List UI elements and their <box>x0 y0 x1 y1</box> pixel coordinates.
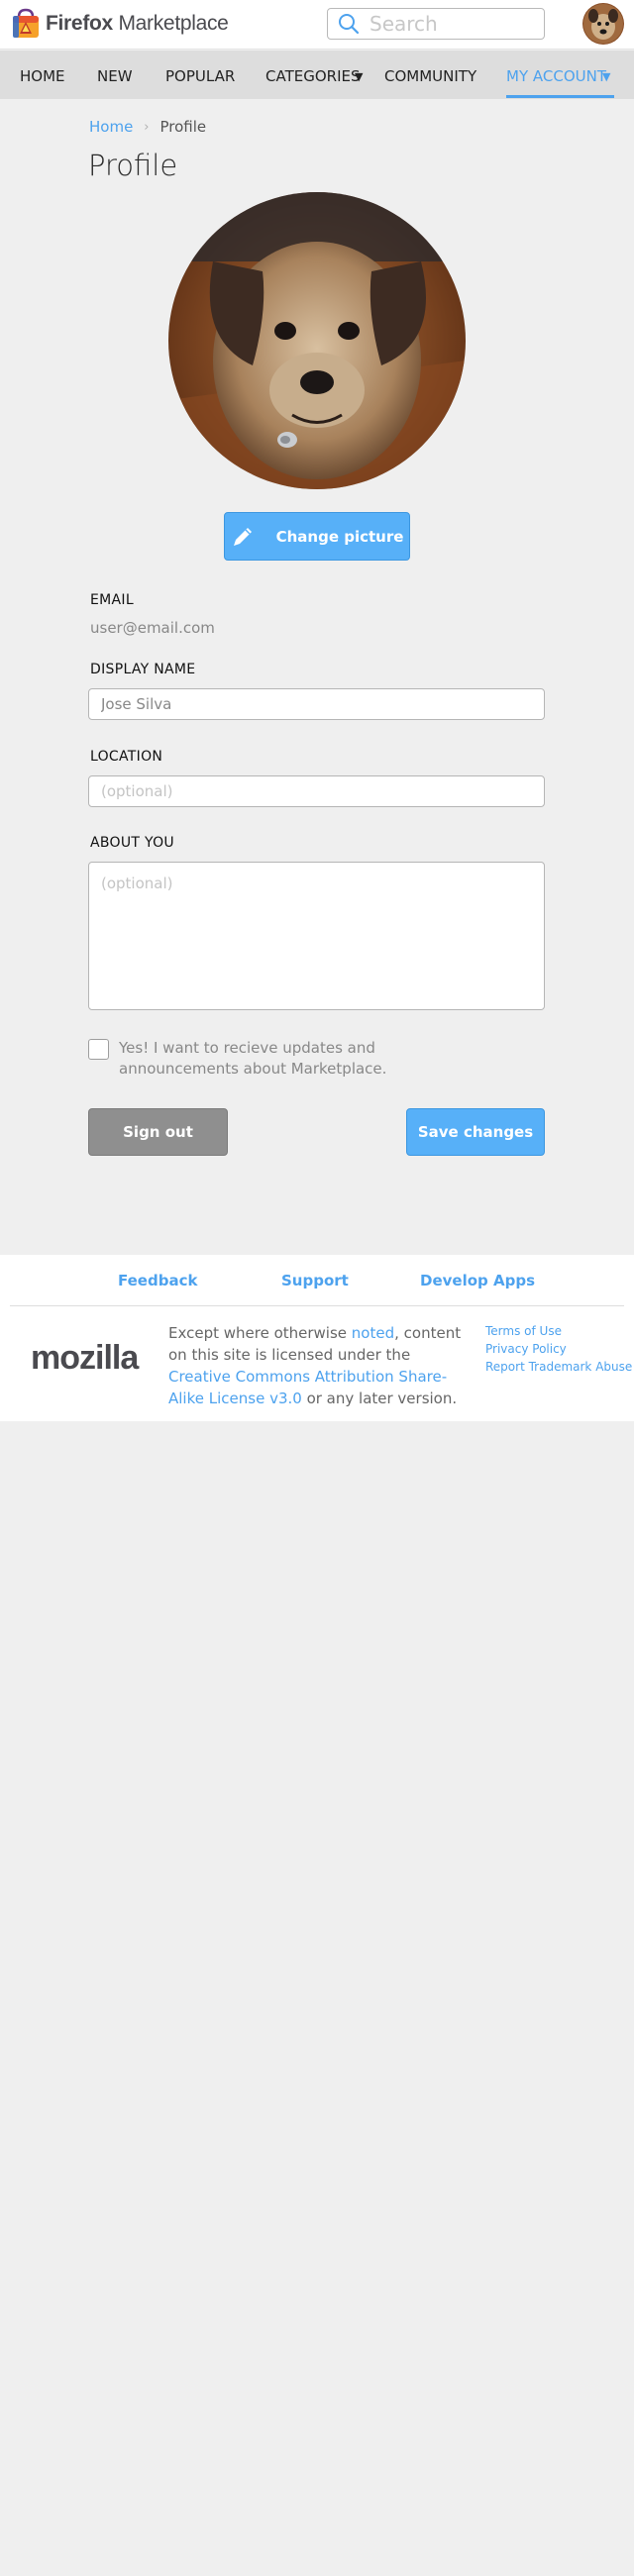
breadcrumb-chevron-icon: › <box>144 119 150 135</box>
email-value: user@email.com <box>90 619 215 637</box>
search-icon[interactable] <box>338 13 360 35</box>
search-input[interactable] <box>370 12 538 36</box>
nav-new[interactable]: NEW <box>97 67 133 85</box>
logo-brand: Firefox <box>46 12 113 35</box>
footer-feedback-link[interactable]: Feedback <box>118 1272 197 1289</box>
breadcrumb-home[interactable]: Home <box>89 118 133 136</box>
legal-links: Terms of Use Privacy Policy Report Trade… <box>485 1322 632 1376</box>
main-nav: HOME NEW POPULAR CATEGORIES ▼ COMMUNITY … <box>0 51 634 99</box>
footer-divider <box>10 1305 624 1306</box>
location-field[interactable] <box>88 775 545 807</box>
sign-out-button[interactable]: Sign out <box>88 1108 228 1156</box>
privacy-policy-link[interactable]: Privacy Policy <box>485 1340 632 1358</box>
nav-my-account[interactable]: MY ACCOUNT <box>506 67 606 85</box>
page-title: Profile <box>88 149 178 182</box>
about-you-field[interactable] <box>88 862 545 1010</box>
save-changes-button[interactable]: Save changes <box>406 1108 545 1156</box>
mozilla-logo[interactable]: mozilla <box>31 1339 139 1378</box>
nav-categories[interactable]: CATEGORIES <box>265 67 361 85</box>
footer-develop-apps-link[interactable]: Develop Apps <box>420 1272 535 1289</box>
display-name-field[interactable] <box>88 688 545 720</box>
logo-product: Marketplace <box>118 12 229 35</box>
display-name-label: DISPLAY NAME <box>90 662 196 677</box>
license-text: Except where otherwise noted, content on… <box>168 1322 466 1409</box>
marketplace-bag-icon <box>13 8 39 38</box>
license-noted-link[interactable]: noted <box>352 1324 394 1342</box>
header: Firefox Marketplace <box>0 0 634 50</box>
search-box[interactable] <box>327 8 545 40</box>
updates-checkbox[interactable] <box>88 1039 109 1060</box>
about-you-label: ABOUT YOU <box>90 835 174 851</box>
pencil-icon <box>233 527 252 546</box>
license-text-end: or any later version. <box>301 1390 458 1407</box>
change-picture-button[interactable]: Change picture <box>224 512 410 561</box>
account-caret-icon[interactable]: ▼ <box>602 70 610 83</box>
avatar[interactable] <box>582 3 624 45</box>
nav-home[interactable]: HOME <box>20 67 65 85</box>
breadcrumb: Home › Profile <box>89 118 206 136</box>
footer-support-link[interactable]: Support <box>281 1272 349 1289</box>
dog-photo-image <box>168 192 466 489</box>
report-trademark-abuse-link[interactable]: Report Trademark Abuse <box>485 1358 632 1376</box>
nav-popular[interactable]: POPULAR <box>165 67 235 85</box>
active-nav-indicator <box>506 95 614 98</box>
terms-of-use-link[interactable]: Terms of Use <box>485 1322 632 1340</box>
profile-picture <box>168 192 466 489</box>
categories-caret-icon[interactable]: ▼ <box>355 70 363 83</box>
license-text-start: Except where otherwise <box>168 1324 352 1342</box>
footer: Feedback Support Develop Apps mozilla Ex… <box>0 1255 634 1421</box>
email-label: EMAIL <box>90 592 134 608</box>
nav-community[interactable]: COMMUNITY <box>384 67 476 85</box>
change-picture-label: Change picture <box>275 527 404 546</box>
updates-checkbox-label[interactable]: Yes! I want to recieve updates and annou… <box>119 1038 476 1080</box>
marketplace-logo[interactable]: Firefox Marketplace <box>10 8 229 40</box>
breadcrumb-current: Profile <box>159 118 207 136</box>
location-label: LOCATION <box>90 749 163 765</box>
dog-avatar-image <box>582 3 624 45</box>
